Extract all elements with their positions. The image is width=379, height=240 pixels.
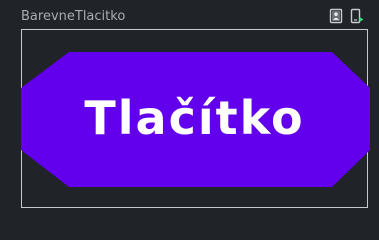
- device-preview-icon[interactable]: [350, 8, 364, 24]
- design-mode-icon[interactable]: [329, 8, 343, 24]
- panel-title: BarevneTlacitko: [21, 9, 126, 24]
- colored-button[interactable]: Tlačítko: [21, 52, 370, 187]
- preview-panel: BarevneTlacitko Tlačítko: [0, 0, 379, 240]
- component-preview-frame: Tlačítko: [21, 29, 370, 208]
- colored-button-label: Tlačítko: [84, 90, 305, 145]
